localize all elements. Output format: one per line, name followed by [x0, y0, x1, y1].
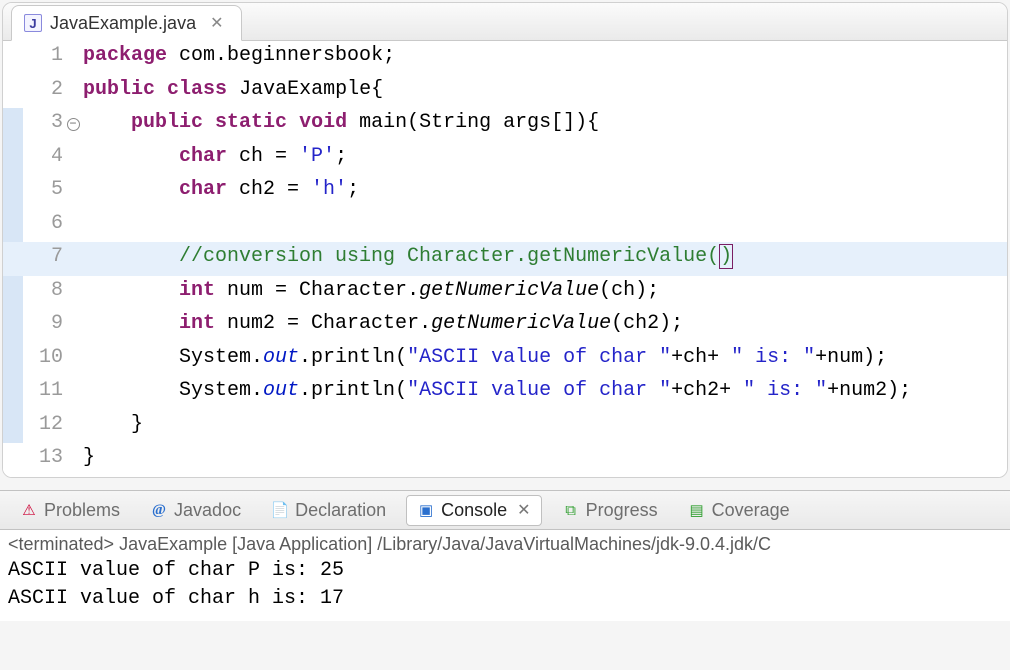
line-number: 1 [23, 41, 63, 75]
code-line[interactable]: 10 System.out.println("ASCII value of ch… [3, 343, 1007, 377]
tab-problems[interactable]: ⚠ Problems [10, 496, 130, 525]
tab-progress-label: Progress [586, 500, 658, 521]
fold-gutter [63, 309, 83, 343]
fold-gutter [63, 142, 83, 176]
code-text[interactable]: //conversion using Character.getNumericV… [83, 242, 1007, 276]
console-output: ASCII value of char P is: 25 ASCII value… [8, 557, 1002, 613]
code-line[interactable]: 11 System.out.println("ASCII value of ch… [3, 376, 1007, 410]
tab-console[interactable]: ▣ Console ✕ [406, 495, 541, 526]
tab-problems-label: Problems [44, 500, 120, 521]
gutter-marker[interactable] [3, 443, 23, 477]
fold-gutter [63, 175, 83, 209]
gutter-marker[interactable] [3, 209, 23, 243]
declaration-icon: 📄 [271, 501, 289, 519]
code-line[interactable]: 9 int num2 = Character.getNumericValue(c… [3, 309, 1007, 343]
progress-icon: ⧉ [562, 501, 580, 519]
tab-coverage[interactable]: ▤ Coverage [678, 496, 800, 525]
gutter-marker[interactable] [3, 242, 23, 276]
gutter-marker[interactable] [3, 309, 23, 343]
tab-console-label: Console [441, 500, 507, 521]
code-text[interactable]: } [83, 443, 1007, 477]
tab-coverage-label: Coverage [712, 500, 790, 521]
coverage-icon: ▤ [688, 501, 706, 519]
editor-tab-javaexample[interactable]: J JavaExample.java ✕ [11, 5, 242, 41]
editor-pane: J JavaExample.java ✕ 1 package com.beginn… [2, 2, 1008, 478]
code-text[interactable]: package com.beginnersbook; [83, 41, 1007, 75]
code-text[interactable]: System.out.println("ASCII value of char … [83, 343, 1007, 377]
code-line[interactable]: 1 package com.beginnersbook; [3, 41, 1007, 75]
view-tabbar: ⚠ Problems @ Javadoc 📄 Declaration ▣ Con… [0, 490, 1010, 530]
code-text[interactable]: } [83, 410, 1007, 444]
fold-gutter [63, 242, 83, 276]
fold-gutter [63, 41, 83, 75]
gutter-marker[interactable] [3, 410, 23, 444]
bottom-pane: ⚠ Problems @ Javadoc 📄 Declaration ▣ Con… [0, 490, 1010, 621]
code-text[interactable]: int num2 = Character.getNumericValue(ch2… [83, 309, 1007, 343]
java-file-icon: J [24, 14, 42, 32]
fold-gutter [63, 443, 83, 477]
problems-icon: ⚠ [20, 501, 38, 519]
code-text[interactable]: System.out.println("ASCII value of char … [83, 376, 1007, 410]
code-line[interactable]: 13} [3, 443, 1007, 477]
javadoc-icon: @ [150, 501, 168, 519]
code-text[interactable] [83, 209, 1007, 243]
gutter-marker[interactable] [3, 75, 23, 109]
line-number: 11 [23, 376, 63, 410]
tab-javadoc[interactable]: @ Javadoc [140, 496, 251, 525]
code-line[interactable]: 8 int num = Character.getNumericValue(ch… [3, 276, 1007, 310]
code-text[interactable]: public class JavaExample{ [83, 75, 1007, 109]
gutter-marker[interactable] [3, 142, 23, 176]
fold-gutter[interactable]: − [63, 108, 83, 142]
tab-progress[interactable]: ⧉ Progress [552, 496, 668, 525]
gutter-marker[interactable] [3, 376, 23, 410]
gutter-marker[interactable] [3, 41, 23, 75]
tab-declaration-label: Declaration [295, 500, 386, 521]
console-status: <terminated> JavaExample [Java Applicati… [8, 534, 1002, 555]
fold-gutter [63, 376, 83, 410]
fold-minus-icon[interactable]: − [67, 118, 80, 131]
line-number: 6 [23, 209, 63, 243]
fold-gutter [63, 75, 83, 109]
fold-gutter [63, 276, 83, 310]
editor-tabbar: J JavaExample.java ✕ [3, 3, 1007, 41]
line-number: 13 [23, 443, 63, 477]
code-text[interactable]: char ch2 = 'h'; [83, 175, 1007, 209]
line-number: 7 [23, 242, 63, 276]
code-text[interactable]: public static void main(String args[]){ [83, 108, 1007, 142]
code-line[interactable]: 6 [3, 209, 1007, 243]
code-line[interactable]: 4 char ch = 'P'; [3, 142, 1007, 176]
line-number: 4 [23, 142, 63, 176]
code-text[interactable]: char ch = 'P'; [83, 142, 1007, 176]
close-icon[interactable]: ✕ [517, 500, 530, 520]
code-line[interactable]: 12 } [3, 410, 1007, 444]
code-text[interactable]: int num = Character.getNumericValue(ch); [83, 276, 1007, 310]
code-line[interactable]: 2 public class JavaExample{ [3, 75, 1007, 109]
line-number: 10 [23, 343, 63, 377]
gutter-marker[interactable] [3, 343, 23, 377]
code-line[interactable]: 7 //conversion using Character.getNumeri… [3, 242, 1007, 276]
line-number: 8 [23, 276, 63, 310]
line-number: 12 [23, 410, 63, 444]
fold-gutter [63, 410, 83, 444]
tab-declaration[interactable]: 📄 Declaration [261, 496, 396, 525]
code-line[interactable]: 5 char ch2 = 'h'; [3, 175, 1007, 209]
close-icon[interactable]: ✕ [210, 13, 223, 33]
line-number: 9 [23, 309, 63, 343]
console-icon: ▣ [417, 501, 435, 519]
line-number: 5 [23, 175, 63, 209]
editor-tab-label: JavaExample.java [50, 13, 196, 34]
tab-javadoc-label: Javadoc [174, 500, 241, 521]
gutter-marker[interactable] [3, 175, 23, 209]
fold-gutter [63, 343, 83, 377]
gutter-marker[interactable] [3, 108, 23, 142]
code-line[interactable]: 3− public static void main(String args[]… [3, 108, 1007, 142]
fold-gutter [63, 209, 83, 243]
line-number: 3 [23, 108, 63, 142]
gutter-marker[interactable] [3, 276, 23, 310]
line-number: 2 [23, 75, 63, 109]
console-body: <terminated> JavaExample [Java Applicati… [0, 530, 1010, 621]
code-area[interactable]: 1 package com.beginnersbook; 2 public class… [3, 41, 1007, 477]
